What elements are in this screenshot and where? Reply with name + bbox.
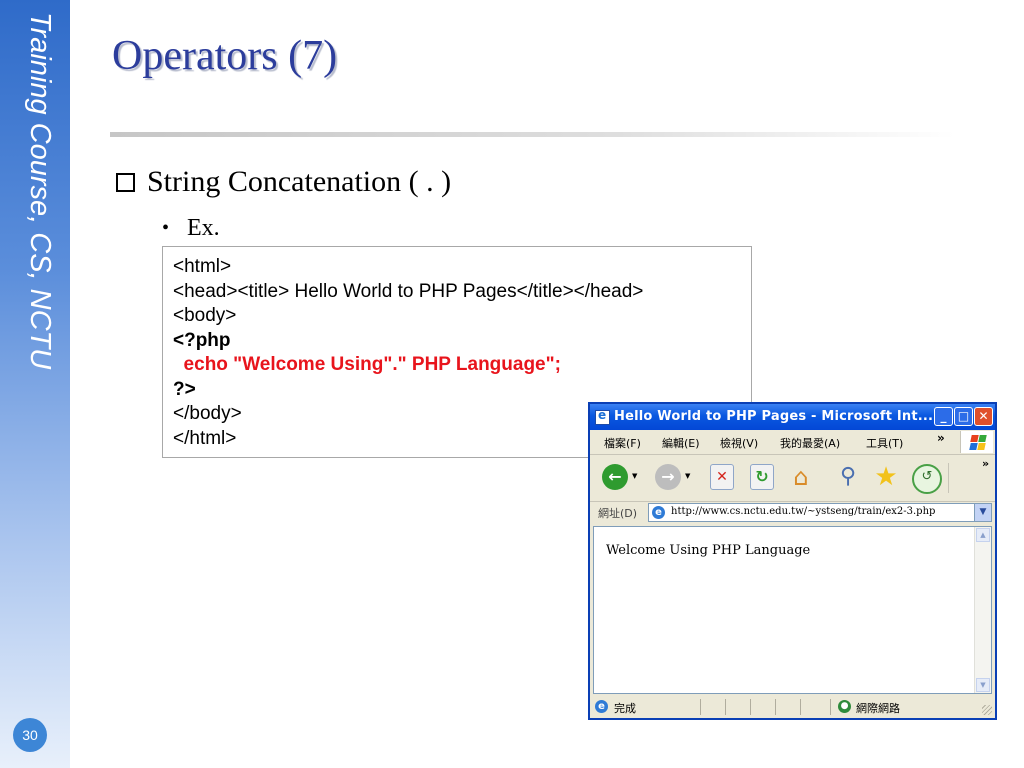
minimize-button[interactable]: _ xyxy=(934,407,953,426)
course-title: Training Course, CS, NCTU xyxy=(24,12,56,370)
sidebar: Training Course, CS, NCTU 30 xyxy=(0,0,70,768)
status-text: 完成 xyxy=(614,702,636,715)
menu-view[interactable]: 檢視(V) xyxy=(720,435,758,451)
back-icon[interactable]: ← xyxy=(602,464,628,490)
code-line: <body> xyxy=(173,305,237,326)
history-icon[interactable]: ↺ xyxy=(912,464,942,494)
close-button[interactable]: ✕ xyxy=(974,407,993,426)
status-zone: 網際網路 xyxy=(856,702,900,715)
toolbar: ← ▼ → ▼ ✕ ↻ ⌂ ⚲ ★ ↺ » xyxy=(590,455,995,502)
page-number: 30 xyxy=(13,718,47,752)
menu-tools[interactable]: 工具(T) xyxy=(866,435,903,451)
browser-window: Hello World to PHP Pages - Microsoft Int… xyxy=(588,402,997,720)
vertical-scrollbar[interactable]: ▲ ▼ xyxy=(974,527,991,693)
favorites-icon[interactable]: ★ xyxy=(873,464,899,490)
browser-title: Hello World to PHP Pages - Microsoft Int… xyxy=(614,409,934,424)
checkbox-bullet-icon xyxy=(116,172,135,192)
code-line-php-open: <?php xyxy=(173,329,231,351)
toolbar-more-button[interactable]: » xyxy=(982,457,989,470)
forward-dropdown-icon[interactable]: ▼ xyxy=(685,472,690,480)
menu-favorites[interactable]: 我的最愛(A) xyxy=(780,435,840,451)
stop-icon[interactable]: ✕ xyxy=(710,464,734,490)
address-bar: 網址(D) e http://www.cs.nctu.edu.tw/~ystse… xyxy=(590,502,995,524)
scroll-down-icon[interactable]: ▼ xyxy=(976,678,990,692)
menu-more-button[interactable]: » xyxy=(937,431,945,445)
address-url[interactable]: http://www.cs.nctu.edu.tw/~ystseng/train… xyxy=(671,506,935,517)
address-dropdown-icon[interactable]: ▼ xyxy=(974,504,991,521)
menu-edit[interactable]: 編輯(E) xyxy=(662,435,700,451)
page-viewport: Welcome Using PHP Language ▲ ▼ xyxy=(593,526,992,694)
menu-bar: 檔案(F) 編輯(E) 檢視(V) 我的最愛(A) 工具(T) » xyxy=(590,430,995,455)
status-divider xyxy=(750,699,751,715)
internet-zone-icon: ● xyxy=(838,700,851,713)
sub-bullet-text: Ex. xyxy=(187,215,220,241)
slide-title: Operators (7) xyxy=(112,33,338,79)
code-line-echo: echo "Welcome Using"." PHP Language"; xyxy=(173,354,561,375)
address-input[interactable]: e http://www.cs.nctu.edu.tw/~ystseng/tra… xyxy=(648,503,992,522)
page-content-text: Welcome Using PHP Language xyxy=(606,543,811,558)
browser-titlebar[interactable]: Hello World to PHP Pages - Microsoft Int… xyxy=(590,404,995,430)
status-divider xyxy=(800,699,801,715)
maximize-button[interactable]: □ xyxy=(954,407,973,426)
scroll-up-icon[interactable]: ▲ xyxy=(976,528,990,542)
toolbar-divider xyxy=(948,463,949,493)
code-line: <head><title> Hello World to PHP Pages</… xyxy=(173,280,644,302)
status-bar: e 完成 ● 網際網路 xyxy=(590,696,995,718)
ie-status-icon: e xyxy=(595,700,608,713)
bullet-text: String Concatenation ( . ) xyxy=(147,165,452,198)
back-dropdown-icon[interactable]: ▼ xyxy=(632,472,637,480)
code-line: <html> xyxy=(173,256,232,277)
ie-icon xyxy=(595,408,610,425)
home-icon[interactable]: ⌂ xyxy=(788,464,814,490)
dot-bullet-icon: • xyxy=(162,217,170,239)
main-bullet: String Concatenation ( . ) xyxy=(116,165,451,199)
status-divider xyxy=(775,699,776,715)
status-divider xyxy=(830,699,831,715)
address-label: 網址(D) xyxy=(598,507,638,520)
code-line-php-close: ?> xyxy=(173,378,196,400)
windows-logo-icon xyxy=(960,431,993,453)
sub-bullet: • Ex. xyxy=(162,215,220,242)
menu-file[interactable]: 檔案(F) xyxy=(604,435,641,451)
ie-page-icon: e xyxy=(652,506,665,519)
status-divider xyxy=(700,699,701,715)
status-divider xyxy=(725,699,726,715)
search-icon[interactable]: ⚲ xyxy=(835,464,861,490)
resize-grip[interactable] xyxy=(982,705,992,715)
refresh-icon[interactable]: ↻ xyxy=(750,464,774,490)
forward-icon[interactable]: → xyxy=(655,464,681,490)
title-divider xyxy=(110,132,955,137)
